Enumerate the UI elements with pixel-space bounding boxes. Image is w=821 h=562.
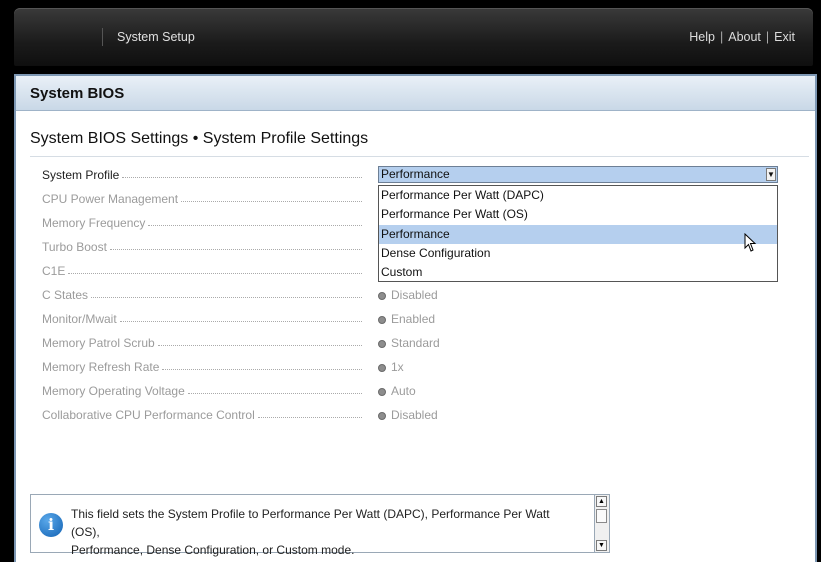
radio-icon [378,388,386,396]
help-text-line: Performance, Dense Configuration, or Cus… [71,543,355,557]
setting-row-c1e: C1E [42,262,364,280]
leader-dots [68,262,362,274]
setting-label: C1E [42,264,66,278]
setting-label: Memory Frequency [42,216,146,230]
leader-dots [122,166,362,178]
help-box: i This field sets the System Profile to … [30,494,610,557]
value-text: Disabled [391,288,438,302]
radio-icon [378,364,386,372]
setting-label: Turbo Boost [42,240,107,254]
info-icon: i [39,513,63,537]
dropdown-option-dense[interactable]: Dense Configuration [379,244,777,263]
setting-row-system-profile[interactable]: System Profile [42,166,364,184]
setting-label: Memory Patrol Scrub [42,336,155,350]
dropdown-option-custom[interactable]: Custom [379,263,777,282]
memory-refresh-rate-value: 1x [378,358,404,376]
about-link[interactable]: About [728,30,761,44]
value-text: Disabled [391,408,438,422]
memory-patrol-scrub-value: Standard [378,334,440,352]
collaborative-cpu-value: Disabled [378,406,438,424]
setting-row-turbo-boost: Turbo Boost [42,238,364,256]
setting-label: Monitor/Mwait [42,312,117,326]
monitor-mwait-value: Enabled [378,310,435,328]
value-text: 1x [391,360,404,374]
header-links: Help | About | Exit [689,30,795,44]
leader-dots [257,406,362,418]
setting-row-memory-frequency: Memory Frequency [42,214,364,232]
radio-icon [378,292,386,300]
leader-dots [187,382,362,394]
panel-heading: System BIOS [16,76,815,111]
setting-row-collaborative-cpu: Collaborative CPU Performance Control [42,406,364,424]
system-profile-select[interactable]: Performance ▼ [378,166,778,183]
leader-dots [109,238,362,250]
setting-label: CPU Power Management [42,192,179,206]
scroll-thumb[interactable] [596,509,607,523]
radio-icon [378,412,386,420]
leader-dots [91,286,362,298]
radio-icon [378,340,386,348]
leader-dots [162,358,362,370]
setting-label: Memory Refresh Rate [42,360,160,374]
value-text: Auto [391,384,416,398]
setting-row-memory-operating-voltage: Memory Operating Voltage [42,382,364,400]
select-value: Performance [381,167,450,181]
setting-label: Collaborative CPU Performance Control [42,408,255,422]
setting-label: Memory Operating Voltage [42,384,185,398]
memory-operating-voltage-value: Auto [378,382,416,400]
exit-link[interactable]: Exit [774,30,795,44]
link-separator: | [765,30,770,44]
scroll-up-icon[interactable]: ▲ [596,496,607,507]
dropdown-option-performance[interactable]: Performance [379,224,777,244]
value-text: Standard [391,336,440,350]
main-panel: System BIOS System BIOS Settings • Syste… [14,74,817,562]
page-title: System BIOS Settings • System Profile Se… [30,130,369,147]
divider [30,156,809,157]
app-title: System Setup [102,28,195,46]
setting-row-monitor-mwait: Monitor/Mwait [42,310,364,328]
setting-row-c-states: C States [42,286,364,304]
system-profile-dropdown[interactable]: Performance Per Watt (DAPC) Performance … [378,185,778,282]
help-link[interactable]: Help [689,30,715,44]
setting-row-cpu-power-management: CPU Power Management [42,190,364,208]
top-header-bar: System Setup Help | About | Exit [14,8,813,66]
link-separator: | [719,30,724,44]
leader-dots [119,310,362,322]
radio-icon [378,316,386,324]
value-text: Enabled [391,312,436,326]
chevron-down-icon[interactable]: ▼ [766,168,776,181]
help-scrollbar[interactable]: ▲ ▼ [594,495,609,552]
dropdown-option-dapc[interactable]: Performance Per Watt (DAPC) [379,186,777,205]
c-states-value: Disabled [378,286,438,304]
leader-dots [181,190,362,202]
setting-row-memory-patrol-scrub: Memory Patrol Scrub [42,334,364,352]
leader-dots [148,214,362,226]
dropdown-option-os[interactable]: Performance Per Watt (OS) [379,205,777,224]
setting-label: C States [42,288,89,302]
setting-row-memory-refresh-rate: Memory Refresh Rate [42,358,364,376]
mouse-cursor-icon [744,233,757,252]
help-text-line: This field sets the System Profile to Pe… [71,507,550,539]
leader-dots [157,334,362,346]
help-text: This field sets the System Profile to Pe… [71,505,571,559]
setting-label: System Profile [42,168,120,182]
scroll-down-icon[interactable]: ▼ [596,540,607,551]
